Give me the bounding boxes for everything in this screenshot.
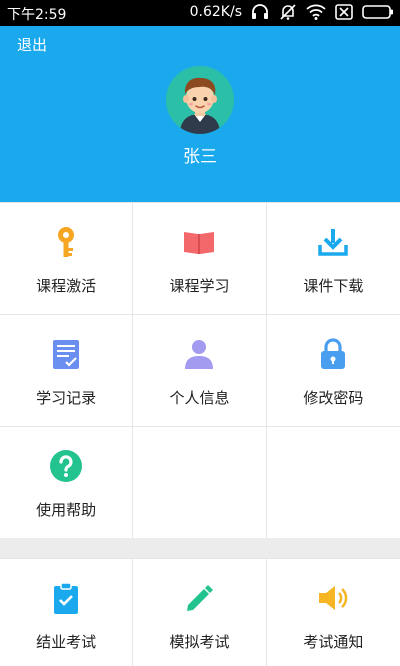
mute-bell-icon bbox=[278, 3, 298, 21]
key-icon bbox=[49, 225, 83, 259]
menu-label: 结业考试 bbox=[36, 633, 97, 651]
status-icons: 0.62K/s bbox=[190, 3, 394, 21]
menu-final-exam[interactable]: 结业考试 bbox=[0, 559, 134, 666]
clipboard-check-icon bbox=[49, 581, 83, 615]
book-icon bbox=[182, 225, 216, 259]
section-divider bbox=[0, 538, 400, 558]
menu-label: 模拟考试 bbox=[169, 633, 230, 651]
battery-icon bbox=[362, 4, 394, 20]
menu-label: 课程学习 bbox=[169, 277, 230, 295]
status-bar: 下午2:59 0.62K/s bbox=[0, 0, 400, 26]
menu-help[interactable]: 使用帮助 bbox=[0, 427, 134, 539]
menu-mock-exam[interactable]: 模拟考试 bbox=[133, 559, 267, 666]
username: 张三 bbox=[183, 147, 217, 167]
menu-personal-info[interactable]: 个人信息 bbox=[133, 315, 267, 427]
person-icon bbox=[182, 337, 216, 371]
menu-label: 学习记录 bbox=[36, 389, 97, 407]
menu-courseware-download[interactable]: 课件下载 bbox=[266, 203, 400, 315]
menu-course-activation[interactable]: 课程激活 bbox=[0, 203, 134, 315]
network-speed: 0.62K/s bbox=[189, 4, 242, 20]
menu-label: 使用帮助 bbox=[36, 501, 97, 519]
empty-cell bbox=[266, 427, 400, 539]
profile-header: 退出 张三 bbox=[0, 26, 400, 202]
menu-exam-notice[interactable]: 考试通知 bbox=[266, 559, 400, 666]
menu-change-password[interactable]: 修改密码 bbox=[266, 315, 400, 427]
download-icon bbox=[316, 225, 350, 259]
main-menu-grid: 课程激活 课程学习 课件下载 学习记录 个人信息 修改密码 使用帮助 bbox=[0, 202, 400, 539]
status-time: 下午2:59 bbox=[7, 7, 67, 23]
no-sim-icon bbox=[334, 3, 354, 21]
wifi-icon bbox=[306, 3, 326, 21]
menu-label: 课件下载 bbox=[303, 277, 364, 295]
menu-study-records[interactable]: 学习记录 bbox=[0, 315, 134, 427]
menu-label: 课程激活 bbox=[36, 277, 97, 295]
empty-cell bbox=[133, 427, 267, 539]
checklist-icon bbox=[49, 337, 83, 371]
logout-button[interactable]: 退出 bbox=[17, 34, 47, 55]
speaker-icon bbox=[316, 581, 350, 615]
pencil-icon bbox=[182, 581, 216, 615]
menu-course-study[interactable]: 课程学习 bbox=[133, 203, 267, 315]
exam-menu-grid: 结业考试 模拟考试 考试通知 bbox=[0, 558, 400, 666]
menu-label: 个人信息 bbox=[169, 389, 230, 407]
user-avatar-icon bbox=[166, 66, 234, 134]
help-icon bbox=[49, 449, 83, 483]
headphones-icon bbox=[250, 3, 270, 21]
lock-icon bbox=[316, 337, 350, 371]
menu-label: 修改密码 bbox=[303, 389, 364, 407]
menu-label: 考试通知 bbox=[303, 633, 364, 651]
avatar[interactable] bbox=[166, 66, 234, 134]
